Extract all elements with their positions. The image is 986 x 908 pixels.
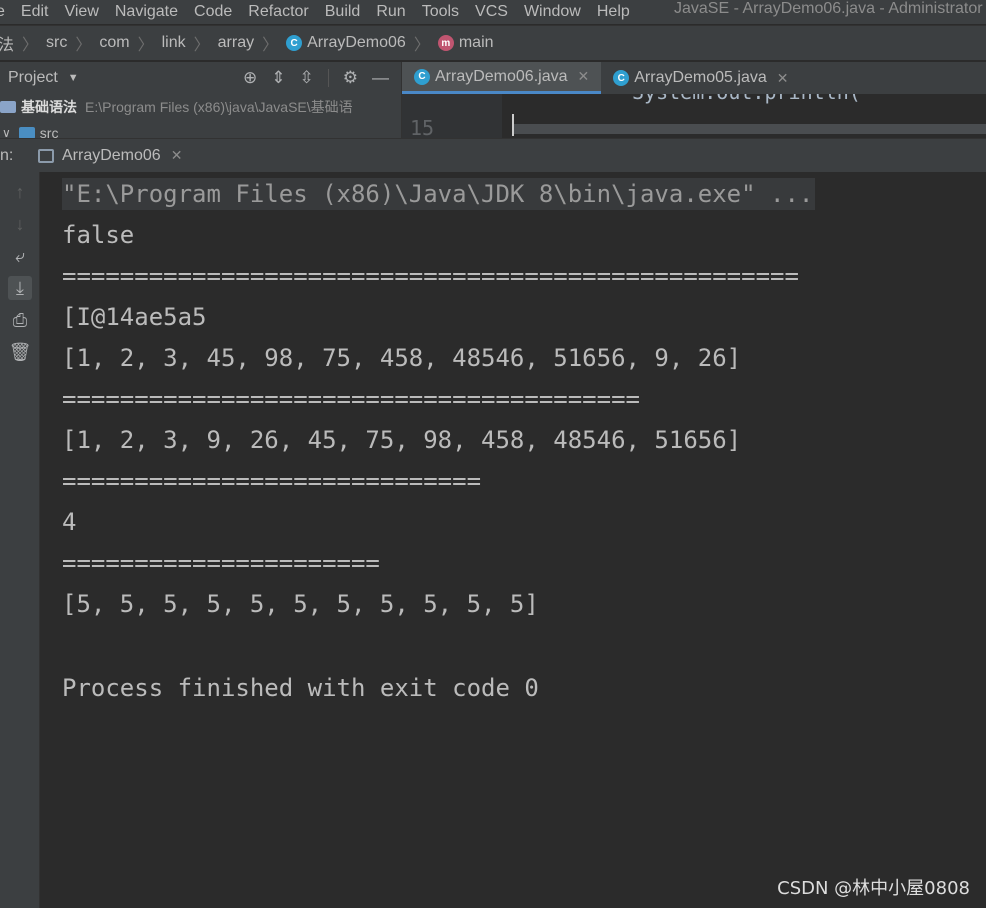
locate-icon[interactable]: ⊕ (243, 68, 257, 88)
tab-arraydemo06[interactable]: C ArrayDemo06.java ✕ (402, 62, 602, 94)
breadcrumb-com[interactable]: com (99, 34, 129, 52)
console-line: [1, 2, 3, 9, 26, 45, 75, 98, 458, 48546,… (62, 426, 742, 454)
java-class-icon: C (613, 70, 630, 86)
menu-refactor[interactable]: Refactor (248, 3, 316, 21)
method-icon: m (437, 35, 454, 51)
menu-window[interactable]: Window (524, 3, 589, 21)
project-panel-header: Project ▼ ⊕ ⇕ ⇳ ⚙ — (0, 62, 402, 94)
run-tab-label: ArrayDemo06 (62, 146, 161, 164)
close-icon[interactable]: ✕ (578, 68, 590, 85)
arrow-up-icon[interactable]: ↑ (8, 180, 32, 204)
window-title: JavaSE - ArrayDemo06.java - Administrato… (674, 0, 983, 17)
chevron-right-icon: 〉 (193, 37, 210, 54)
folder-icon (18, 127, 35, 138)
tab-label: ArrayDemo05.java (634, 69, 767, 86)
menu-edit[interactable]: Edit (21, 3, 57, 21)
console-line: ======================================== (62, 385, 640, 413)
breadcrumb: 法 〉 src 〉 com 〉 link 〉 array 〉 C ArrayDe… (0, 25, 986, 61)
console-line: ============================= (62, 467, 482, 495)
tree-root-path: E:\Program Files (x86)\java\JavaSE\基础语 (85, 99, 353, 115)
console-output[interactable]: "E:\Program Files (x86)\Java\JDK 8\bin\j… (40, 172, 986, 908)
tree-root-name: 基础语法 (21, 99, 77, 115)
java-class-icon: C (414, 68, 430, 85)
chevron-right-icon: 〉 (75, 37, 92, 54)
breadcrumb-method-label: main (458, 34, 494, 51)
console-icon (38, 148, 54, 163)
console-line: ====================== (62, 549, 380, 577)
chevron-right-icon: 〉 (137, 37, 154, 54)
expand-all-icon[interactable]: ⇕ (271, 68, 285, 88)
java-class-icon: C (286, 35, 303, 51)
line-gutter: 15 (402, 94, 502, 138)
watermark: CSDN @林中小屋0808 (777, 878, 970, 899)
run-tab-arraydemo06[interactable]: ArrayDemo06 ✕ (28, 139, 192, 173)
close-icon[interactable]: ✕ (777, 70, 789, 87)
menu-bar: e Edit View Navigate Code Refactor Build… (0, 0, 986, 24)
menu-build[interactable]: Build (325, 3, 369, 21)
minimize-icon[interactable]: — (372, 68, 389, 88)
tree-item-root[interactable]: 基础语法 E:\Program Files (x86)\java\JavaSE\… (0, 94, 401, 120)
menu-help[interactable]: Help (597, 3, 638, 21)
chevron-right-icon: 〉 (22, 37, 39, 54)
breadcrumb-link[interactable]: link (162, 34, 186, 52)
breadcrumb-class-label: ArrayDemo06 (307, 34, 406, 51)
menu-navigate[interactable]: Navigate (115, 3, 186, 21)
run-toolbar: ↑ ↓ ⤶ ⤓ ⎙ 🗑 (0, 172, 40, 908)
trash-icon[interactable]: 🗑 (8, 340, 32, 364)
console-line: [I@14ae5a5 (62, 303, 207, 331)
toolbar-divider (327, 69, 329, 87)
console-line: 4 (62, 508, 77, 536)
tab-arraydemo05[interactable]: C ArrayDemo05.java ✕ (601, 62, 800, 94)
console-line: [1, 2, 3, 45, 98, 75, 458, 48546, 51656,… (62, 344, 742, 372)
collapse-all-icon[interactable]: ⇳ (300, 68, 314, 88)
console-line-exit: Process finished with exit code 0 (62, 674, 539, 702)
gear-icon[interactable]: ⚙ (343, 68, 358, 88)
arrow-down-icon[interactable]: ↓ (8, 212, 32, 236)
menu-file[interactable]: e (0, 3, 13, 21)
menu-tools[interactable]: Tools (422, 3, 467, 21)
tree-src-label: src (39, 125, 59, 138)
print-icon[interactable]: ⎙ (8, 308, 32, 332)
chevron-right-icon: 〉 (262, 37, 279, 54)
scroll-to-end-icon[interactable]: ⤓ (8, 276, 32, 300)
menu-vcs[interactable]: VCS (475, 3, 516, 21)
chevron-down-icon[interactable]: ∨ (2, 126, 11, 138)
folder-icon (0, 101, 16, 113)
code-editor[interactable]: 15 System.out.println( (402, 94, 986, 138)
breadcrumb-src[interactable]: src (46, 34, 67, 52)
console-line: [5, 5, 5, 5, 5, 5, 5, 5, 5, 5, 5] (62, 590, 539, 618)
breadcrumb-method[interactable]: m main (437, 34, 494, 52)
menu-run[interactable]: Run (376, 3, 413, 21)
run-label: n: (0, 146, 14, 164)
run-panel-header: n: ArrayDemo06 ✕ (0, 138, 986, 172)
console-line: false (62, 221, 135, 249)
horizontal-scrollbar[interactable] (514, 124, 986, 134)
console-line: ========================================… (62, 262, 799, 290)
soft-wrap-icon[interactable]: ⤶ (8, 244, 32, 268)
tab-label: ArrayDemo06.java (435, 67, 568, 85)
menu-view[interactable]: View (64, 3, 106, 21)
text-caret (512, 114, 514, 136)
tree-item-src[interactable]: ∨ src (0, 120, 401, 138)
project-title: Project (8, 69, 58, 86)
menu-code[interactable]: Code (194, 3, 240, 21)
breadcrumb-class[interactable]: C ArrayDemo06 (286, 34, 406, 52)
caret-down-icon: ▼ (67, 72, 79, 84)
code-line: System.out.println( (632, 94, 861, 104)
line-number: 15 (410, 116, 435, 138)
project-toolbar: ⊕ ⇕ ⇳ ⚙ — (243, 62, 389, 94)
console-line-command: "E:\Program Files (x86)\Java\JDK 8\bin\j… (62, 178, 816, 210)
chevron-right-icon: 〉 (413, 37, 430, 54)
project-view-selector[interactable]: Project ▼ (8, 69, 79, 87)
editor-tab-bar: C ArrayDemo06.java ✕ C ArrayDemo05.java … (402, 62, 986, 94)
project-tree: 基础语法 E:\Program Files (x86)\java\JavaSE\… (0, 94, 402, 138)
breadcrumb-array[interactable]: array (218, 34, 254, 52)
close-icon[interactable]: ✕ (171, 147, 183, 164)
breadcrumb-project[interactable]: 法 (0, 31, 14, 55)
